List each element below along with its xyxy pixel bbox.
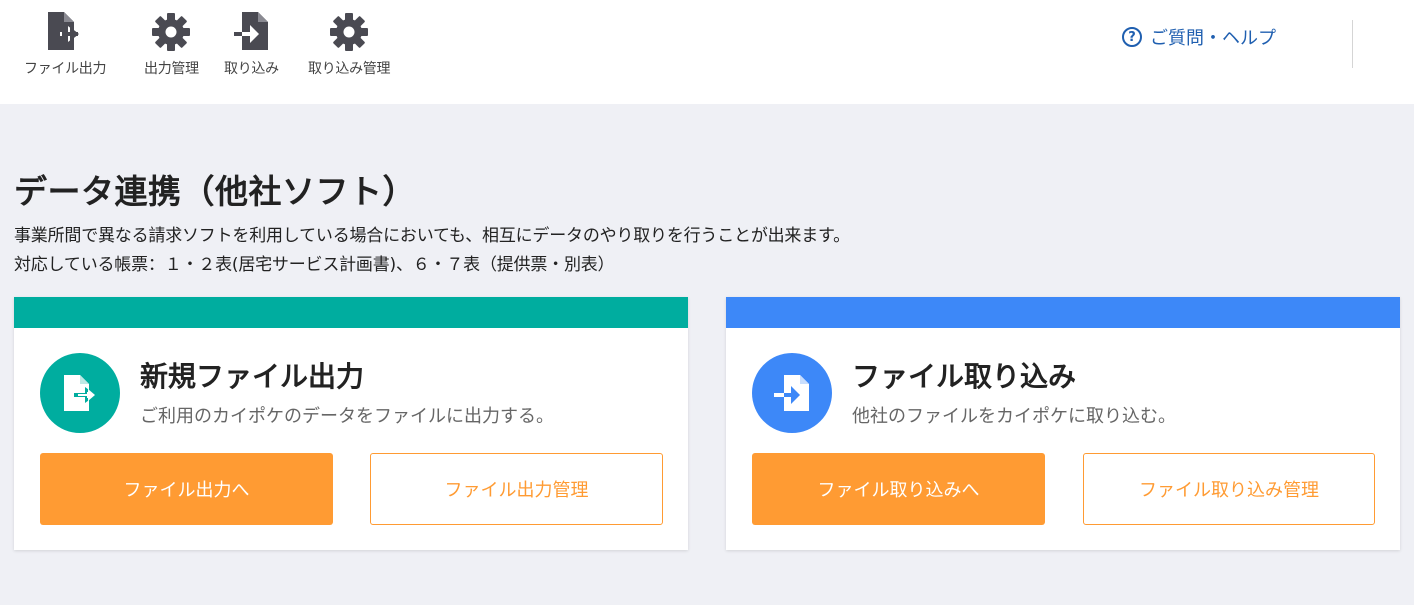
toolbar-divider: [1352, 20, 1353, 68]
toolbar-file-export-label: ファイル出力: [24, 61, 107, 77]
toolbar-export-management-label: 出力管理: [144, 61, 199, 77]
page-title: データ連携（他社ソフト）: [14, 172, 416, 211]
file-export-icon: [64, 375, 96, 411]
toolbar-import-management[interactable]: 取り込み管理: [308, 10, 391, 78]
import-card: ファイル取り込み 他社のファイルをカイポケに取り込む。 ファイル取り込みへ ファ…: [726, 297, 1400, 550]
gear-icon: [152, 13, 191, 51]
import-card-subtitle: 他社のファイルをカイポケに取り込む。: [852, 406, 1176, 427]
file-import-management-button[interactable]: ファイル取り込み管理: [1083, 453, 1375, 525]
page-description: 事業所間で異なる請求ソフトを利用している場合においても、相互にデータのやり取りを…: [14, 226, 850, 246]
top-toolbar: ファイル出力 出力管理 取り込み 取り込み管理 ? ご質問・ヘルプ: [0, 0, 1414, 104]
help-link[interactable]: ? ご質問・ヘルプ: [1122, 24, 1276, 50]
file-export-management-button[interactable]: ファイル出力管理: [370, 453, 663, 525]
export-card-icon-circle: [40, 353, 120, 433]
export-card-accent-bar: [14, 297, 688, 328]
supported-forms-text: 対応している帳票：１・２表(居宅サービス計画書)、６・７表（提供票・別表）: [14, 255, 615, 275]
export-card: 新規ファイル出力 ご利用のカイポケのデータをファイルに出力する。 ファイル出力へ…: [14, 297, 688, 550]
go-to-file-import-button[interactable]: ファイル取り込みへ: [752, 453, 1045, 525]
toolbar-import-management-label: 取り込み管理: [308, 61, 391, 77]
export-card-subtitle: ご利用のカイポケのデータをファイルに出力する。: [140, 406, 554, 427]
help-link-label: ご質問・ヘルプ: [1150, 28, 1276, 49]
file-export-icon: [48, 12, 80, 50]
file-import-icon: [234, 12, 269, 50]
gear-icon: [330, 13, 369, 51]
import-card-accent-bar: [726, 297, 1400, 328]
toolbar-file-import[interactable]: 取り込み: [224, 10, 279, 78]
file-import-icon: [774, 375, 809, 411]
toolbar-export-management[interactable]: 出力管理: [144, 10, 199, 78]
import-card-icon-circle: [752, 353, 832, 433]
question-circle-icon: ?: [1122, 27, 1142, 47]
export-card-title: 新規ファイル出力: [140, 360, 365, 393]
import-card-title: ファイル取り込み: [852, 360, 1077, 393]
toolbar-file-export[interactable]: ファイル出力: [24, 10, 107, 78]
go-to-file-export-button[interactable]: ファイル出力へ: [40, 453, 333, 525]
toolbar-file-import-label: 取り込み: [224, 61, 279, 77]
